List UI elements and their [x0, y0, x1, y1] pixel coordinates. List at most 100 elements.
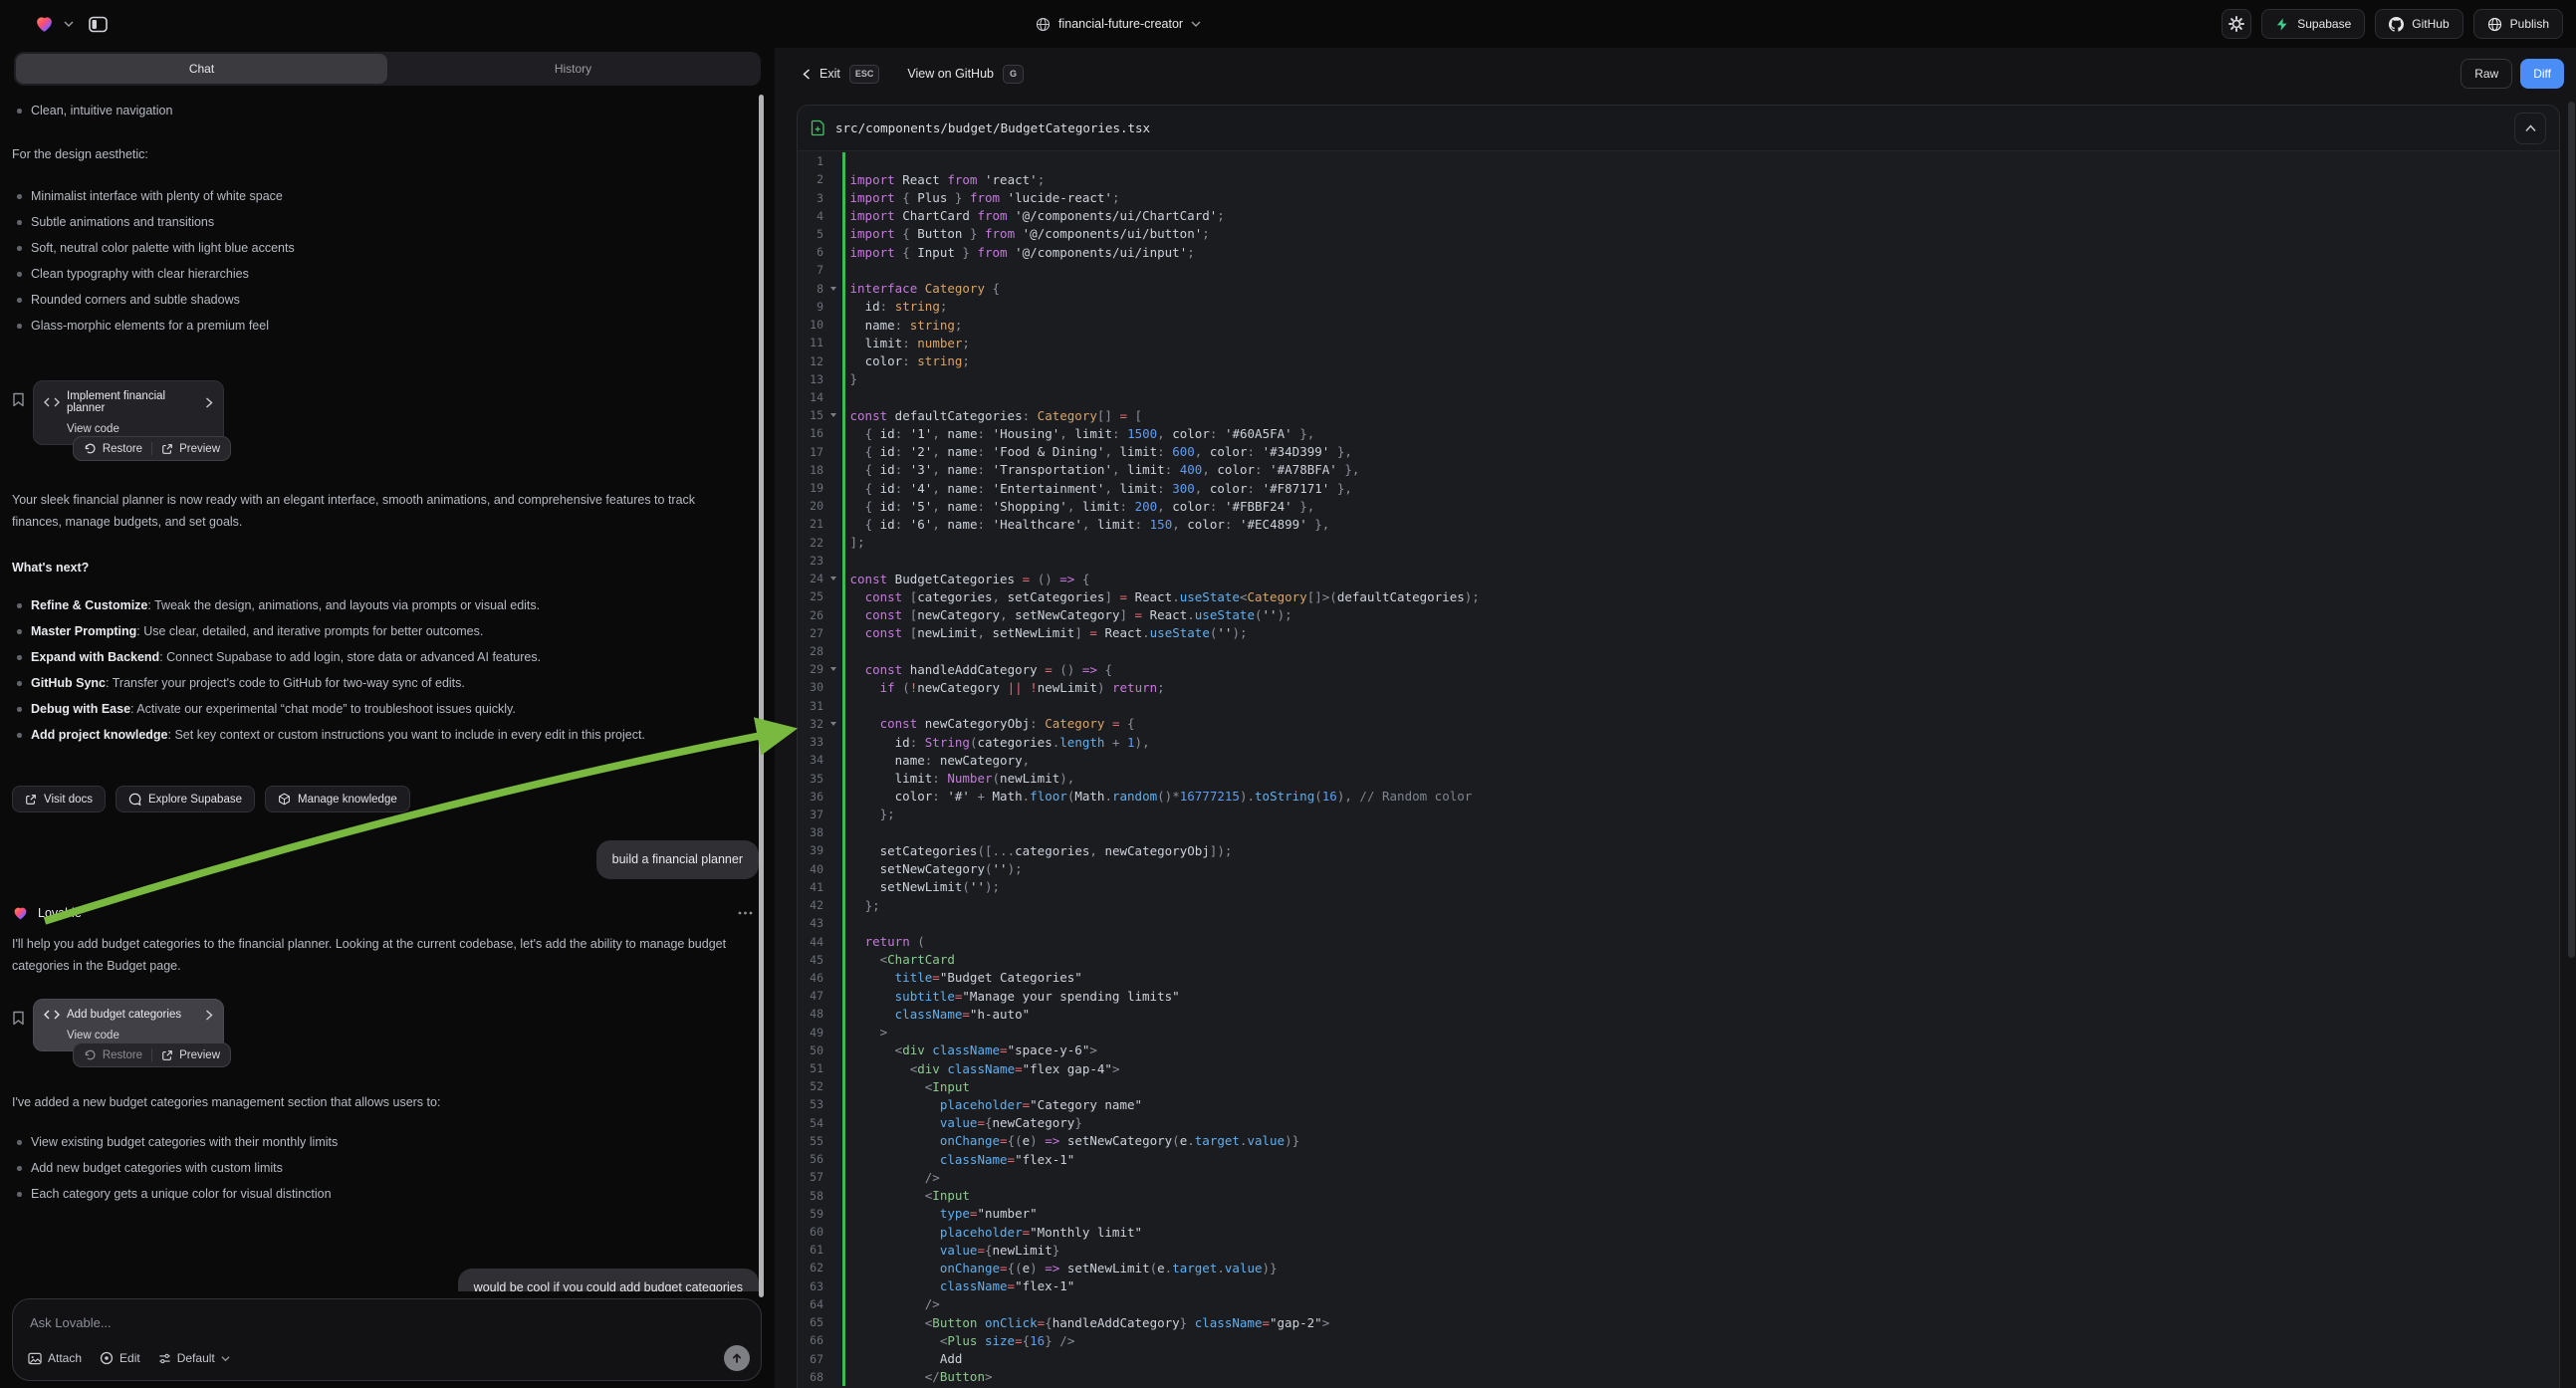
diff-added-marker — [842, 388, 845, 406]
supabase-button[interactable]: Supabase — [2261, 9, 2365, 39]
list-item: Master Prompting: Use clear, detailed, a… — [12, 618, 759, 644]
edit-card-implement-financial-planner[interactable]: Implement financial planner View code Re… — [33, 380, 224, 445]
line-number: 48 — [798, 1007, 823, 1021]
chat-input[interactable]: Ask Lovable... — [30, 1315, 112, 1330]
visit-docs-button[interactable]: Visit docs — [12, 786, 106, 812]
file-added-icon — [811, 119, 825, 136]
line-number: 47 — [798, 989, 823, 1003]
settings-button[interactable] — [2222, 9, 2251, 39]
code-line: 1 — [798, 152, 2559, 170]
code-line: 11 limit: number; — [798, 334, 2559, 351]
code-line: 9 id: string; — [798, 298, 2559, 316]
code-line: 61 value={newLimit} — [798, 1241, 2559, 1259]
code-line: 24const BudgetCategories = () => { — [798, 570, 2559, 587]
edit-card-add-budget-categories[interactable]: Add budget categories View code Restore … — [33, 999, 224, 1051]
preview-button[interactable]: Preview — [161, 1049, 220, 1061]
user-message-row: would be cool if you could add budget ca… — [12, 1269, 759, 1291]
design-bullet-list: Minimalist interface with plenty of whit… — [12, 183, 759, 339]
line-number: 65 — [798, 1315, 823, 1329]
chevron-right-icon — [205, 1010, 213, 1021]
esc-shortcut-badge: ESC — [849, 65, 880, 84]
explore-supabase-button[interactable]: Explore Supabase — [116, 786, 255, 812]
fold-toggle[interactable] — [823, 667, 842, 671]
code-line: 19 { id: '4', name: 'Entertainment', lim… — [798, 479, 2559, 497]
send-button[interactable] — [724, 1345, 750, 1371]
panel-resize-handle[interactable] — [759, 95, 764, 1297]
bookmark-icon[interactable] — [12, 392, 25, 407]
fold-toggle[interactable] — [823, 722, 842, 726]
line-number: 29 — [798, 662, 823, 676]
lovable-logo-icon[interactable] — [34, 14, 55, 34]
diff-toggle-button[interactable]: Diff — [2520, 59, 2564, 89]
view-code-link[interactable]: View code — [67, 423, 213, 435]
code-line: 18 { id: '3', name: 'Transportation', li… — [798, 461, 2559, 479]
line-number: 51 — [798, 1061, 823, 1075]
code-line: 58 <Input — [798, 1186, 2559, 1204]
line-number: 42 — [798, 898, 823, 912]
edit-button[interactable]: Edit — [100, 1351, 140, 1365]
project-switcher[interactable]: financial-future-creator — [1036, 0, 1201, 48]
code-line: 50 <div className="space-y-6"> — [798, 1041, 2559, 1059]
code-line: 22]; — [798, 534, 2559, 552]
diff-added-marker — [842, 261, 845, 279]
fold-toggle[interactable] — [823, 287, 842, 291]
line-number: 40 — [798, 862, 823, 876]
tab-chat[interactable]: Chat — [16, 54, 387, 84]
collapse-file-button[interactable] — [2514, 113, 2546, 144]
code-line: 41 setNewLimit(''); — [798, 878, 2559, 896]
list-item: Clean typography with clear hierarchies — [12, 261, 759, 287]
chat-panel: Chat History Clean, intuitive navigation… — [0, 48, 775, 1388]
github-button[interactable]: GitHub — [2375, 9, 2462, 39]
diff-added-marker — [842, 823, 845, 841]
line-number: 31 — [798, 699, 823, 713]
line-number: 7 — [798, 263, 823, 277]
fold-toggle[interactable] — [823, 577, 842, 580]
exit-button[interactable]: Exit ESC — [803, 65, 879, 84]
more-options-button[interactable] — [738, 911, 753, 915]
raw-toggle-button[interactable]: Raw — [2460, 59, 2512, 89]
list-item: Rounded corners and subtle shadows — [12, 287, 759, 313]
tab-history[interactable]: History — [387, 54, 759, 84]
restore-button[interactable]: Restore — [84, 1048, 142, 1061]
scrollbar-thumb[interactable] — [2568, 102, 2575, 958]
code-scrollbar[interactable] — [2568, 102, 2575, 1384]
fold-toggle[interactable] — [823, 413, 842, 417]
line-number: 46 — [798, 971, 823, 985]
line-number: 30 — [798, 680, 823, 694]
toggle-sidebar-button[interactable] — [83, 9, 113, 39]
assistant-name: Lovable — [38, 906, 82, 920]
line-number: 14 — [798, 390, 823, 404]
line-number: 35 — [798, 772, 823, 786]
code-line: 44 return ( — [798, 932, 2559, 950]
preview-button[interactable]: Preview — [161, 443, 220, 455]
whats-next-heading: What's next? — [12, 557, 744, 578]
view-on-github-button[interactable]: View on GitHub G — [907, 65, 1024, 84]
line-number: 28 — [798, 644, 823, 658]
code-line: 45 <ChartCard — [798, 951, 2559, 969]
restore-icon — [84, 1048, 97, 1061]
restore-button[interactable]: Restore — [84, 442, 142, 455]
view-code-link[interactable]: View code — [67, 1030, 213, 1041]
line-number: 59 — [798, 1207, 823, 1221]
design-aesthetic-heading: For the design aesthetic: — [12, 143, 744, 165]
code-line: 38 — [798, 823, 2559, 841]
line-number: 37 — [798, 808, 823, 821]
publish-button[interactable]: Publish — [2473, 9, 2563, 39]
line-number: 23 — [798, 554, 823, 568]
code-panel: Exit ESC View on GitHub G Raw Diff src/c… — [775, 48, 2576, 1388]
line-number: 17 — [798, 445, 823, 459]
chat-composer: Ask Lovable... Attach Edit Default — [12, 1298, 762, 1381]
code-line: 59 type="number" — [798, 1205, 2559, 1223]
github-icon — [2389, 17, 2404, 32]
mode-selector[interactable]: Default — [158, 1351, 230, 1365]
code-line: 25 const [categories, setCategories] = R… — [798, 587, 2559, 605]
list-item: Refine & Customize: Tweak the design, an… — [12, 592, 759, 618]
attach-button[interactable]: Attach — [28, 1351, 82, 1365]
chat-message-list: Clean, intuitive navigation For the desi… — [0, 92, 765, 1291]
list-item: Add new budget categories with custom li… — [12, 1155, 759, 1181]
edit-card-title: Implement financial planner — [67, 390, 198, 414]
assistant-text: Your sleek financial planner is now read… — [12, 489, 744, 533]
manage-knowledge-button[interactable]: Manage knowledge — [265, 786, 410, 812]
bookmark-icon[interactable] — [12, 1011, 25, 1026]
chevron-down-icon[interactable] — [64, 19, 74, 29]
